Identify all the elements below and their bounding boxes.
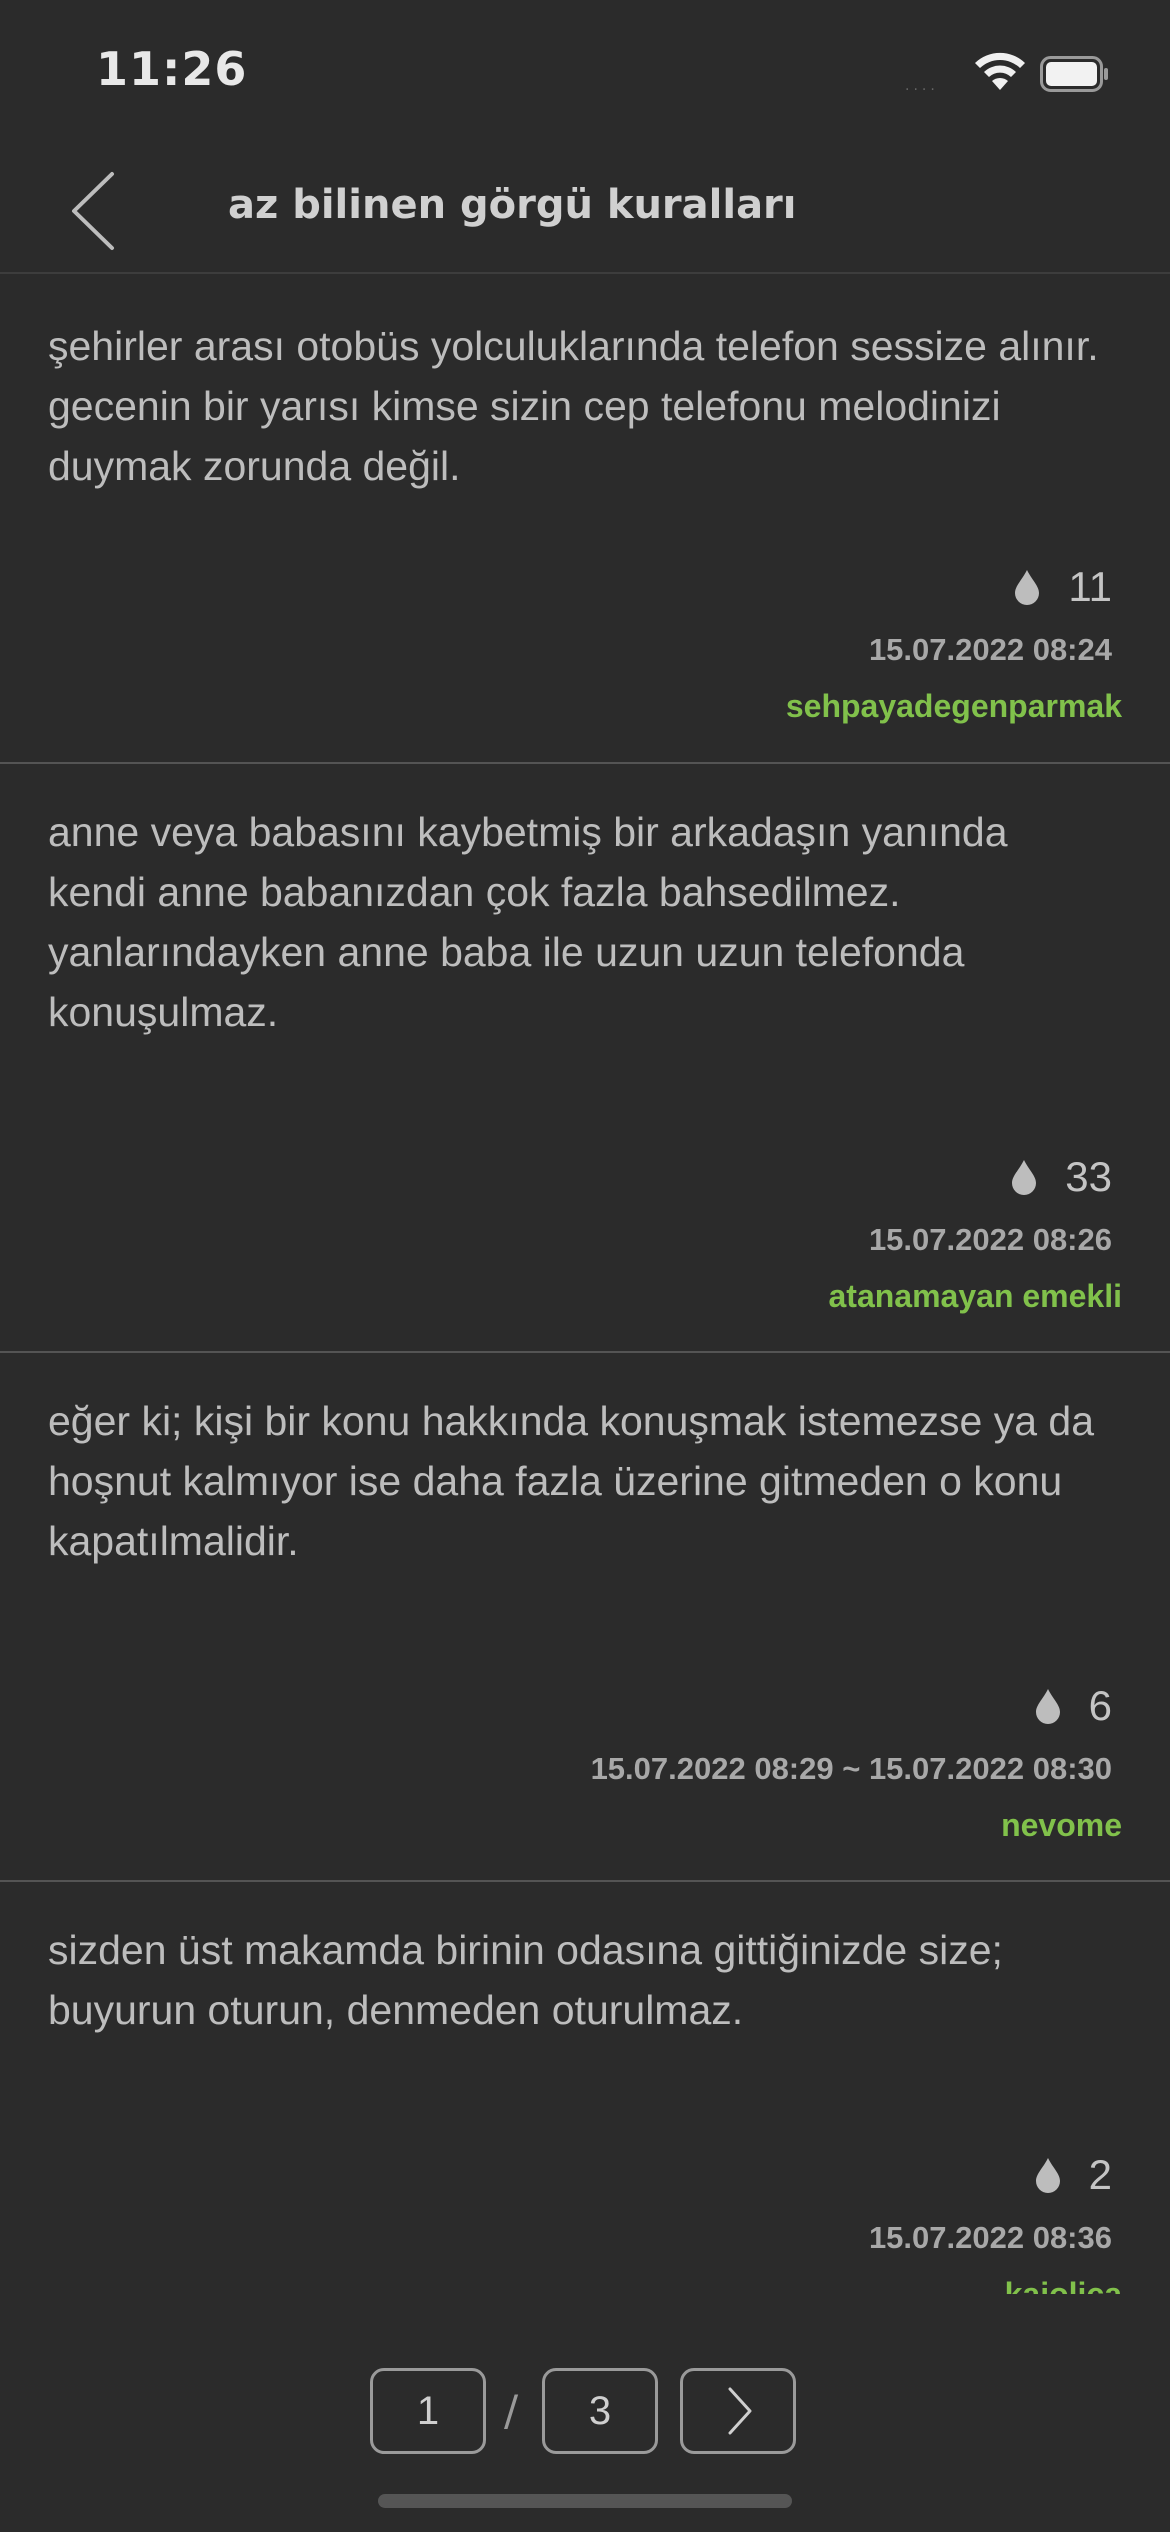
page-title: az bilinen görgü kuralları [228,182,797,228]
entry-author[interactable]: atanamayan emekli [829,1278,1123,1315]
drop-icon [1035,1689,1060,1724]
favorite-count: 33 [1065,1153,1112,1200]
entry-text: sizden üst makamda birinin odasına gitti… [48,1927,1003,2033]
entry-author[interactable]: kajolica [1005,2276,1122,2294]
drop-icon [1015,570,1040,605]
nav-bar: az bilinen görgü kuralları [0,140,1170,274]
favorite-button[interactable]: 11 [1012,560,1112,614]
back-button[interactable] [50,164,140,254]
entry-list: şehirler arası otobüs yolculuklarında te… [0,274,1170,2294]
drop-icon [1012,1160,1037,1195]
entry-author[interactable]: nevome [1001,1807,1122,1844]
entry-date[interactable]: 15.07.2022 08:24 [869,632,1112,668]
entry-text: eğer ki; kişi bir konu hakkında konuşmak… [48,1398,1095,1564]
page-separator: / [504,2386,519,2435]
status-time: 11:26 [96,42,248,96]
home-indicator [378,2494,792,2508]
last-page-button[interactable]: 3 [542,2368,658,2454]
cellular-signal-icon: ···· [905,82,939,98]
chevron-right-icon [728,2387,752,2435]
entry-date[interactable]: 15.07.2022 08:29 ~ 15.07.2022 08:30 [591,1751,1112,1787]
drop-icon [1035,2158,1060,2193]
entry-author[interactable]: sehpayadegenparmak [786,688,1122,725]
favorite-count: 2 [1088,2151,1112,2198]
favorite-count: 6 [1088,1682,1112,1729]
entry-text: şehirler arası otobüs yolculuklarında te… [48,323,1099,489]
entry-item: şehirler arası otobüs yolculuklarında te… [0,274,1170,764]
favorite-button[interactable]: 6 [1033,1679,1112,1733]
entry-text: anne veya babasını kaybetmiş bir arkadaş… [48,809,1008,1035]
entry-item: anne veya babasını kaybetmiş bir arkadaş… [0,764,1170,1353]
status-bar: 11:26 ···· [0,0,1170,140]
favorite-button[interactable]: 33 [1009,1150,1112,1204]
entry-date[interactable]: 15.07.2022 08:36 [869,2220,1112,2256]
favorite-button[interactable]: 2 [1033,2148,1112,2202]
entry-date[interactable]: 15.07.2022 08:26 [869,1222,1112,1258]
entry-item: sizden üst makamda birinin odasına gitti… [0,1882,1170,2294]
favorite-count: 11 [1068,563,1112,610]
wifi-icon [975,52,1025,90]
battery-icon [1040,56,1108,92]
pagination: 1 / 3 [0,2368,1170,2460]
next-page-button[interactable] [680,2368,796,2454]
entry-item: eğer ki; kişi bir konu hakkında konuşmak… [0,1353,1170,1882]
current-page-button[interactable]: 1 [370,2368,486,2454]
